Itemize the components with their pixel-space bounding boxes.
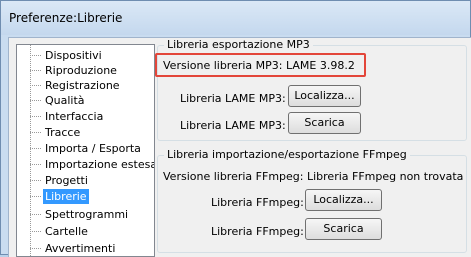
lame-library-label: Libreria LAME MP3:	[180, 92, 286, 105]
ffmpeg-library-label: Libreria FFmpeg:	[211, 196, 304, 209]
mp3-download-button[interactable]: Scarica	[288, 112, 361, 134]
mp3-group-title: Libreria esportazione MP3	[164, 38, 313, 51]
tree-item-label: Qualità	[45, 94, 85, 107]
highlight-box	[155, 53, 366, 77]
tree-item-label: Importazione estesa	[45, 158, 155, 171]
tree-item-label: Importa / Esporta	[45, 142, 141, 155]
ffmpeg-locate-button[interactable]: Localizza...	[305, 189, 382, 211]
tree-item-label: Riproduzione	[45, 64, 117, 77]
ffmpeg-version-text: Versione libreria FFmpeg: Libreria FFmpe…	[163, 170, 464, 183]
tree-item-label: Librerie	[43, 189, 89, 204]
tree-item-label: Avvertimenti	[45, 242, 116, 255]
tree-item-label: Cartelle	[45, 225, 88, 238]
tree-item-label: Interfaccia	[45, 110, 104, 123]
mp3-locate-button[interactable]: Localizza...	[288, 85, 361, 107]
title-bar[interactable]: Preferenze:Librerie	[1, 1, 470, 35]
tree-connector-line	[30, 45, 31, 256]
ffmpeg-library-label-2: Libreria FFmpeg:	[211, 225, 304, 238]
tree-item-label: Registrazione	[45, 79, 120, 92]
tree-item-label: Progetti	[45, 174, 88, 187]
ffmpeg-download-button[interactable]: Scarica	[305, 218, 382, 240]
preferences-window: Preferenze:Librerie Dispositivi Riproduz…	[0, 0, 471, 257]
lame-library-label-2: Libreria LAME MP3:	[180, 119, 286, 132]
preferences-tree[interactable]: Dispositivi Riproduzione Registrazione Q…	[16, 44, 155, 257]
ffmpeg-group-title: Libreria importazione/esportazione FFmpe…	[164, 148, 410, 161]
window-title: Preferenze:Librerie	[9, 11, 123, 25]
tree-item-label: Tracce	[45, 126, 81, 139]
tree-item-label: Dispositivi	[45, 49, 102, 62]
tree-item-label: Spettrogrammi	[45, 208, 129, 221]
